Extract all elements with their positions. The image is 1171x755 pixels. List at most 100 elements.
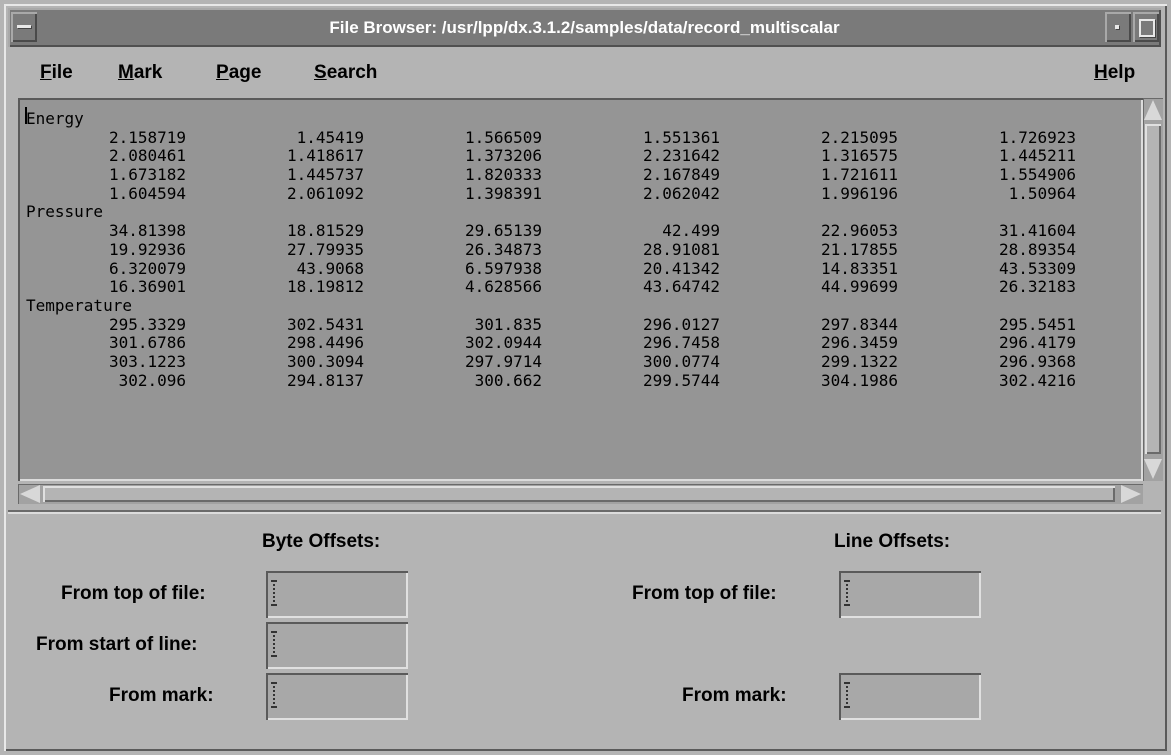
data-cell: 300.3094	[286, 351, 364, 371]
data-cell: 299.5744	[642, 370, 720, 390]
minimize-button[interactable]	[1105, 12, 1131, 42]
data-cell: 299.1322	[820, 351, 898, 371]
data-cell: 14.83351	[820, 258, 898, 278]
data-cell: 301.835	[474, 314, 542, 334]
data-row: 303.1223 300.3094 297.9714 300.0774 299.1322…	[26, 351, 1076, 372]
maximize-button[interactable]	[1133, 12, 1159, 42]
data-cell: 297.8344	[820, 314, 898, 334]
data-cell: 1.554906	[998, 165, 1076, 185]
data-cell: 302.0944	[464, 333, 542, 353]
data-cell: 297.9714	[464, 351, 542, 371]
scroll-up-arrow-icon[interactable]	[1144, 100, 1162, 120]
section-header-text: Pressure	[26, 202, 104, 222]
byte-from-top-label: From top of file:	[61, 583, 206, 604]
title-bar[interactable]: File Browser: /usr/lpp/dx.3.1.2/samples/…	[8, 8, 1161, 47]
data-cell: 1.604594	[108, 183, 186, 203]
section-header-text: Energy	[26, 109, 84, 128]
vertical-scrollbar[interactable]	[1143, 98, 1163, 481]
data-row: 301.6786 298.4496 302.0944 296.7458 296.3459…	[26, 334, 1076, 353]
separator	[8, 510, 1161, 514]
byte-from-start-label: From start of line:	[36, 634, 198, 655]
data-cell: 6.320079	[108, 258, 186, 278]
data-cell: 2.062042	[642, 183, 720, 203]
byte-from-start-field[interactable]	[266, 622, 408, 669]
data-row: 6.320079 43.9068 6.597938 20.41342 14.83351 4…	[26, 258, 1076, 279]
menu-search[interactable]: Search	[314, 62, 377, 84]
scroll-left-arrow-icon[interactable]	[20, 485, 40, 503]
data-cell: 27.79935	[286, 239, 364, 259]
data-cell: 31.41604	[998, 221, 1076, 241]
data-cell: 296.9368	[998, 351, 1076, 371]
menu-page[interactable]: Page	[216, 62, 261, 84]
data-cell: 1.551361	[642, 127, 720, 147]
horizontal-scrollbar[interactable]	[18, 484, 1143, 504]
data-cell: 43.64742	[642, 277, 720, 297]
section-header: Pressure	[26, 203, 1076, 222]
data-cell: 1.45419	[296, 127, 364, 147]
data-cell: 44.99699	[820, 277, 898, 297]
data-cell: 1.673182	[108, 165, 186, 185]
data-cell: 1.566509	[464, 127, 542, 147]
data-row: 1.604594 2.061092 1.398391 2.062042 1.996196…	[26, 183, 1076, 204]
section-header-text: Temperature	[26, 295, 132, 315]
data-cell: 21.17855	[820, 239, 898, 259]
data-cell: 296.3459	[820, 333, 898, 353]
data-cell: 20.41342	[642, 258, 720, 278]
scroll-down-arrow-icon[interactable]	[1144, 459, 1162, 479]
horizontal-scroll-thumb[interactable]	[43, 486, 1115, 502]
window-title: File Browser: /usr/lpp/dx.3.1.2/samples/…	[329, 18, 840, 37]
data-cell: 1.820333	[464, 165, 542, 185]
data-row: 34.81398 18.81529 29.65139 42.499 22.96053 31…	[26, 221, 1076, 241]
data-cell: 296.7458	[642, 333, 720, 353]
data-cell: 302.5431	[286, 314, 364, 334]
scroll-right-arrow-icon[interactable]	[1121, 485, 1141, 503]
file-content-text: Energy 2.158719 1.45419 1.566509 1.551361 2.2…	[26, 109, 1076, 390]
ibeam-icon	[844, 580, 850, 606]
data-cell: 29.65139	[464, 221, 542, 241]
menu-bar: File Mark Page Search Help	[8, 50, 1161, 96]
section-header: Energy	[26, 109, 1076, 129]
data-cell: 302.4216	[998, 370, 1076, 390]
menu-mark[interactable]: Mark	[118, 62, 162, 84]
data-cell: 1.445211	[998, 146, 1076, 166]
data-cell: 1.418617	[286, 146, 364, 166]
file-content-area[interactable]: Energy 2.158719 1.45419 1.566509 1.551361 2.2…	[18, 98, 1143, 481]
data-cell: 34.81398	[108, 221, 186, 241]
data-cell: 28.89354	[998, 239, 1076, 259]
line-from-top-label: From top of file:	[632, 583, 777, 604]
data-cell: 301.6786	[108, 333, 186, 353]
data-row: 2.080461 1.418617 1.373206 2.231642 1.316575…	[26, 147, 1076, 166]
byte-offsets-heading: Byte Offsets:	[262, 531, 381, 552]
data-cell: 2.167849	[642, 165, 720, 185]
data-cell: 1.373206	[464, 146, 542, 166]
data-cell: 16.36901	[108, 277, 186, 297]
maximize-icon	[1139, 19, 1155, 37]
data-cell: 6.597938	[464, 258, 542, 278]
menu-help[interactable]: Help	[1094, 62, 1135, 84]
vertical-scroll-thumb[interactable]	[1145, 124, 1161, 454]
data-cell: 300.0774	[642, 351, 720, 371]
data-row: 1.673182 1.445737 1.820333 2.167849 1.721611…	[26, 165, 1076, 185]
data-cell: 42.499	[662, 221, 720, 241]
data-cell: 26.32183	[998, 277, 1076, 297]
menu-file[interactable]: File	[40, 62, 73, 84]
line-from-mark-field[interactable]	[839, 673, 981, 720]
data-cell: 303.1223	[108, 351, 186, 371]
minimize-icon	[1115, 25, 1119, 29]
data-cell: 298.4496	[286, 333, 364, 353]
line-offsets-heading: Line Offsets:	[834, 531, 951, 552]
line-from-top-field[interactable]	[839, 571, 981, 618]
byte-from-mark-field[interactable]	[266, 673, 408, 720]
data-cell: 2.215095	[820, 127, 898, 147]
data-cell: 1.445737	[286, 165, 364, 185]
section-header: Temperature	[26, 295, 1076, 316]
data-cell: 296.4179	[998, 333, 1076, 353]
ibeam-icon	[271, 682, 277, 708]
data-cell: 18.81529	[286, 221, 364, 241]
data-cell: 296.0127	[642, 314, 720, 334]
byte-from-top-field[interactable]	[266, 571, 408, 618]
ibeam-icon	[271, 580, 277, 606]
line-from-mark-label: From mark:	[682, 685, 787, 706]
data-cell: 295.3329	[108, 314, 186, 334]
data-cell: 2.231642	[642, 146, 720, 166]
